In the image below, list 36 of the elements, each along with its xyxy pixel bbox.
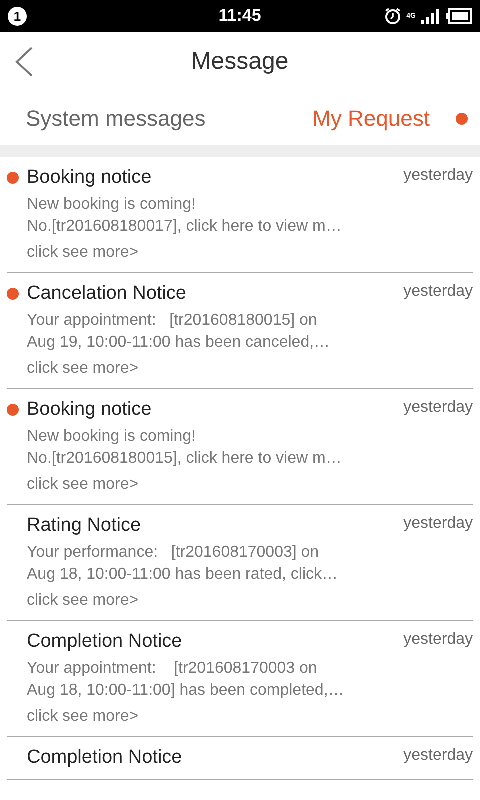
- see-more-link[interactable]: click see more>: [27, 244, 139, 262]
- status-time: 11:45: [218, 6, 262, 26]
- message-item[interactable]: Cancelation Notice yesterday Your appointment: [tr201608180015] on Aug 19, 10:00-11:00 has been canceled,… click see more>: [7, 273, 473, 389]
- message-title: Booking notice: [27, 167, 152, 189]
- message-body: New booking is coming! No.[tr201608180015], click here to view m…: [27, 427, 343, 469]
- message-title: Booking notice: [27, 399, 152, 421]
- see-more-link[interactable]: click see more>: [27, 708, 139, 726]
- message-time: yesterday: [404, 747, 473, 765]
- message-time: yesterday: [404, 283, 473, 301]
- message-body: New booking is coming! No.[tr201608180017], click here to view m…: [27, 195, 343, 237]
- signal-icon: [421, 8, 441, 24]
- page-title: Message: [191, 48, 289, 76]
- message-item[interactable]: Booking notice yesterday New booking is coming! No.[tr201608180017], click here to view m… click see more>: [7, 157, 473, 273]
- message-item[interactable]: Completion Notice yesterday Your appointment: [tr201608170003 on Aug 18, 10:00-11:00] has been completed,… click see more>: [7, 621, 473, 737]
- tab[interactable]: My Request: [312, 106, 430, 132]
- message-time: yesterday: [404, 631, 473, 649]
- battery-icon: [446, 8, 472, 24]
- see-more-link[interactable]: click see more>: [27, 476, 139, 494]
- message-body: Your performance: [tr201608170003] on Aug 18, 10:00-11:00 has been rated, click…: [27, 543, 340, 585]
- see-more-link[interactable]: click see more>: [27, 592, 139, 610]
- message-body: Your appointment: [tr201608180015] on Aug 19, 10:00-11:00 has been canceled,…: [27, 311, 332, 353]
- notification-badge: 1: [8, 6, 27, 26]
- message-time: yesterday: [404, 167, 473, 185]
- see-more-link[interactable]: click see more>: [27, 360, 139, 378]
- tab[interactable]: System messages: [26, 106, 206, 132]
- message-title: Completion Notice: [27, 631, 182, 653]
- message-time: yesterday: [404, 399, 473, 417]
- message-item[interactable]: Booking notice yesterday New booking is coming! No.[tr201608180015], click here to view m… click see more>: [7, 389, 473, 505]
- message-title: Cancelation Notice: [27, 283, 186, 305]
- alarm-icon: [384, 7, 402, 25]
- message-title: Rating Notice: [27, 515, 142, 537]
- message-item[interactable]: Rating Notice yesterday Your performance: [tr201608170003] on Aug 18, 10:00-11:00 has been rated, click… click see more>: [7, 505, 473, 621]
- message-item[interactable]: Completion Notice yesterday: [7, 737, 473, 780]
- message-title: Completion Notice: [27, 747, 182, 769]
- message-time: yesterday: [404, 515, 473, 533]
- message-body: Your appointment: [tr201608170003 on Aug 18, 10:00-11:00] has been completed,…: [27, 659, 346, 701]
